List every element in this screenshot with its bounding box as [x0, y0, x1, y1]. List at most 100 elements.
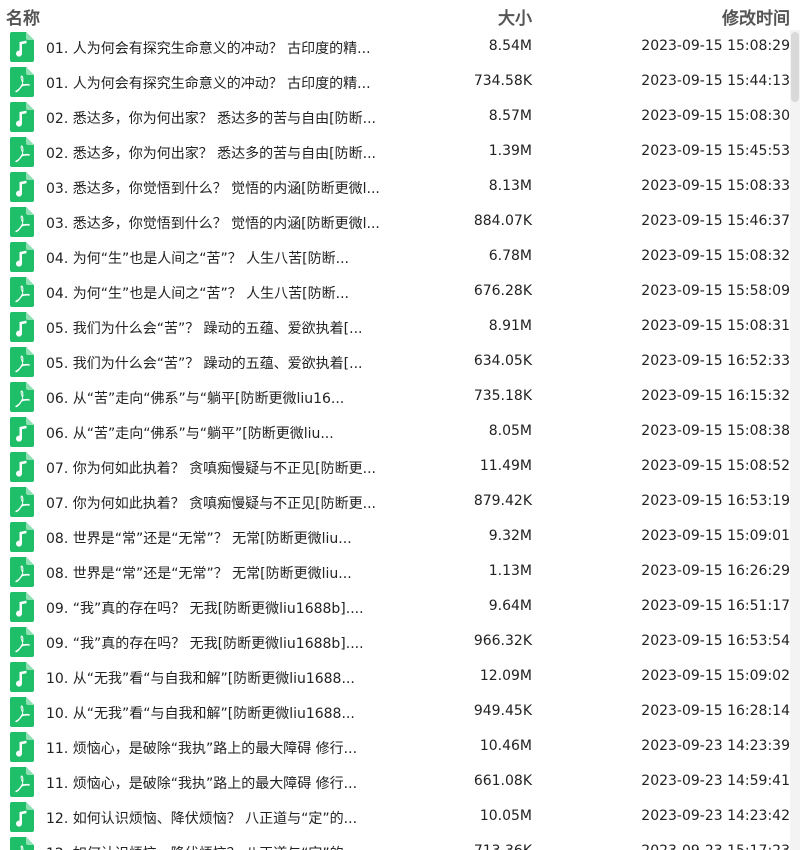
file-modified-time: 2023-09-15 16:53:54: [641, 633, 790, 649]
file-row[interactable]: 02. 悉达多，你为何出家？ 悉达多的苦与自由[防断... 8.57M 2023-0…: [0, 99, 800, 134]
file-modified-time: 2023-09-23 15:17:23: [641, 843, 790, 850]
pdf-file-icon: [10, 67, 34, 97]
file-modified-time: 2023-09-15 15:08:52: [641, 458, 790, 474]
file-size: 735.18K: [473, 388, 532, 404]
column-size-header[interactable]: 大小: [498, 4, 532, 29]
file-name: 03. 悉达多，你觉悟到什么？ 觉悟的内涵[防断更微l...: [46, 181, 380, 197]
file-modified-time: 2023-09-15 16:28:14: [641, 703, 790, 719]
file-size: 6.78M: [488, 248, 532, 264]
file-name: 07. 你为何如此执着？ 贪嗔痴慢疑与不正见[防断更...: [46, 496, 376, 512]
file-name: 10. 从“无我”看“与自我和解”[防断更微liu1688...: [46, 706, 355, 722]
file-modified-time: 2023-09-15 16:15:32: [641, 388, 790, 404]
file-size: 1.39M: [488, 143, 532, 159]
file-row[interactable]: 08. 世界是“常”还是“无常”？ 无常[防断更微liu... 9.32M 2023…: [0, 519, 800, 554]
pdf-file-icon: [10, 697, 34, 727]
file-modified-time: 2023-09-15 15:08:38: [641, 423, 790, 439]
file-row[interactable]: 02. 悉达多，你为何出家？ 悉达多的苦与自由[防断... 1.39M 2023-0…: [0, 134, 800, 169]
file-row[interactable]: 09. “我”真的存在吗？ 无我[防断更微liu1688b].... 9.64M 2…: [0, 589, 800, 624]
file-row[interactable]: 01. 人为何会有探究生命意义的冲动？ 古印度的精... 734.58K 2023-…: [0, 64, 800, 99]
file-row[interactable]: 12. 如何认识烦恼、降伏烦恼？ 八正道与“定”的... 10.05M 2023-0…: [0, 799, 800, 834]
file-modified-time: 2023-09-15 15:08:29: [641, 38, 790, 54]
file-size: 966.32K: [473, 633, 532, 649]
file-row[interactable]: 04. 为何“生”也是人间之“苦”？ 人生八苦[防断... 676.28K 2023…: [0, 274, 800, 309]
file-name: 05. 我们为什么会“苦”？ 躁动的五蕴、爱欲执着[...: [46, 321, 363, 337]
file-size: 8.57M: [488, 108, 532, 124]
file-size: 884.07K: [473, 213, 532, 229]
audio-file-icon: [10, 662, 34, 692]
file-row[interactable]: 05. 我们为什么会“苦”？ 躁动的五蕴、爱欲执着[... 634.05K 2023…: [0, 344, 800, 379]
file-name: 08. 世界是“常”还是“无常”？ 无常[防断更微liu...: [46, 531, 352, 547]
file-name: 02. 悉达多，你为何出家？ 悉达多的苦与自由[防断...: [46, 111, 376, 127]
file-size: 1.13M: [488, 563, 532, 579]
file-name: 10. 从“无我”看“与自我和解”[防断更微liu1688...: [46, 671, 355, 687]
file-modified-time: 2023-09-15 16:52:33: [641, 353, 790, 369]
file-row[interactable]: 11. 烦恼心，是破除“我执”路上的最大障碍 修行... 10.46M 2023-0…: [0, 729, 800, 764]
audio-file-icon: [10, 417, 34, 447]
pdf-file-icon: [10, 207, 34, 237]
audio-file-icon: [10, 172, 34, 202]
file-modified-time: 2023-09-23 14:23:42: [641, 808, 790, 824]
vertical-scrollbar[interactable]: [790, 30, 800, 850]
file-name: 11. 烦恼心，是破除“我执”路上的最大障碍 修行...: [46, 741, 358, 757]
file-size: 8.05M: [488, 423, 532, 439]
file-row[interactable]: 07. 你为何如此执着？ 贪嗔痴慢疑与不正见[防断更... 11.49M 2023-…: [0, 449, 800, 484]
audio-file-icon: [10, 102, 34, 132]
file-row[interactable]: 10. 从“无我”看“与自我和解”[防断更微liu1688... 12.09M 20…: [0, 659, 800, 694]
file-size: 676.28K: [473, 283, 532, 299]
file-row[interactable]: 04. 为何“生”也是人间之“苦”？ 人生八苦[防断... 6.78M 2023-0…: [0, 239, 800, 274]
file-size: 8.91M: [488, 318, 532, 334]
file-name: 06. 从“苦”走向“佛系”与“躺平”[防断更微liu...: [46, 426, 334, 442]
file-name: 11. 烦恼心，是破除“我执”路上的最大障碍 修行...: [46, 776, 358, 792]
column-name-header[interactable]: 名称: [6, 4, 40, 29]
file-size: 734.58K: [473, 73, 532, 89]
audio-file-icon: [10, 242, 34, 272]
file-size: 10.46M: [479, 738, 532, 754]
file-modified-time: 2023-09-15 15:08:31: [641, 318, 790, 334]
file-row[interactable]: 03. 悉达多，你觉悟到什么？ 觉悟的内涵[防断更微l... 884.07K 202…: [0, 204, 800, 239]
pdf-file-icon: [10, 347, 34, 377]
pdf-file-icon: [10, 487, 34, 517]
pdf-file-icon: [10, 382, 34, 412]
file-modified-time: 2023-09-23 14:23:39: [641, 738, 790, 754]
file-modified-time: 2023-09-15 15:58:09: [641, 283, 790, 299]
file-modified-time: 2023-09-15 15:46:37: [641, 213, 790, 229]
file-size: 8.54M: [488, 38, 532, 54]
file-row[interactable]: 05. 我们为什么会“苦”？ 躁动的五蕴、爱欲执着[... 8.91M 2023-0…: [0, 309, 800, 344]
file-name: 02. 悉达多，你为何出家？ 悉达多的苦与自由[防断...: [46, 146, 376, 162]
audio-file-icon: [10, 732, 34, 762]
file-size: 10.05M: [479, 808, 532, 824]
file-modified-time: 2023-09-15 15:09:02: [641, 668, 790, 684]
file-row[interactable]: 06. 从“苦”走向“佛系”与“躺平[防断更微liu16... 735.18K 20…: [0, 379, 800, 414]
file-name: 08. 世界是“常”还是“无常”？ 无常[防断更微liu...: [46, 566, 352, 582]
file-row[interactable]: 06. 从“苦”走向“佛系”与“躺平”[防断更微liu... 8.05M 2023-…: [0, 414, 800, 449]
file-name: 01. 人为何会有探究生命意义的冲动？ 古印度的精...: [46, 41, 371, 57]
file-name: 03. 悉达多，你觉悟到什么？ 觉悟的内涵[防断更微l...: [46, 216, 380, 232]
file-modified-time: 2023-09-15 15:44:13: [641, 73, 790, 89]
file-size: 8.13M: [488, 178, 532, 194]
file-name: 05. 我们为什么会“苦”？ 躁动的五蕴、爱欲执着[...: [46, 356, 363, 372]
file-name: 09. “我”真的存在吗？ 无我[防断更微liu1688b]....: [46, 601, 364, 617]
file-size: 9.64M: [488, 598, 532, 614]
file-row[interactable]: 12. 如何认识烦恼、降伏烦恼？ 八正道与“定”的... 713.36K 2023-…: [0, 834, 800, 850]
file-row[interactable]: 01. 人为何会有探究生命意义的冲动？ 古印度的精... 8.54M 2023-09…: [0, 29, 800, 64]
pdf-file-icon: [10, 137, 34, 167]
file-modified-time: 2023-09-15 15:08:30: [641, 108, 790, 124]
file-row[interactable]: 07. 你为何如此执着？ 贪嗔痴慢疑与不正见[防断更... 879.42K 2023…: [0, 484, 800, 519]
file-size: 11.49M: [479, 458, 532, 474]
audio-file-icon: [10, 522, 34, 552]
column-modified-header[interactable]: 修改时间: [722, 4, 790, 29]
scrollbar-thumb[interactable]: [791, 32, 799, 102]
file-row[interactable]: 11. 烦恼心，是破除“我执”路上的最大障碍 修行... 661.08K 2023-…: [0, 764, 800, 799]
file-name: 09. “我”真的存在吗？ 无我[防断更微liu1688b]....: [46, 636, 364, 652]
file-size: 12.09M: [479, 668, 532, 684]
audio-file-icon: [10, 312, 34, 342]
file-row[interactable]: 10. 从“无我”看“与自我和解”[防断更微liu1688... 949.45K 2…: [0, 694, 800, 729]
file-name: 06. 从“苦”走向“佛系”与“躺平[防断更微liu16...: [46, 391, 345, 407]
file-row[interactable]: 03. 悉达多，你觉悟到什么？ 觉悟的内涵[防断更微l... 8.13M 2023-…: [0, 169, 800, 204]
file-modified-time: 2023-09-15 16:53:19: [641, 493, 790, 509]
file-size: 9.32M: [488, 528, 532, 544]
pdf-file-icon: [10, 767, 34, 797]
file-row[interactable]: 08. 世界是“常”还是“无常”？ 无常[防断更微liu... 1.13M 2023…: [0, 554, 800, 589]
file-row[interactable]: 09. “我”真的存在吗？ 无我[防断更微liu1688b].... 966.32…: [0, 624, 800, 659]
audio-file-icon: [10, 32, 34, 62]
